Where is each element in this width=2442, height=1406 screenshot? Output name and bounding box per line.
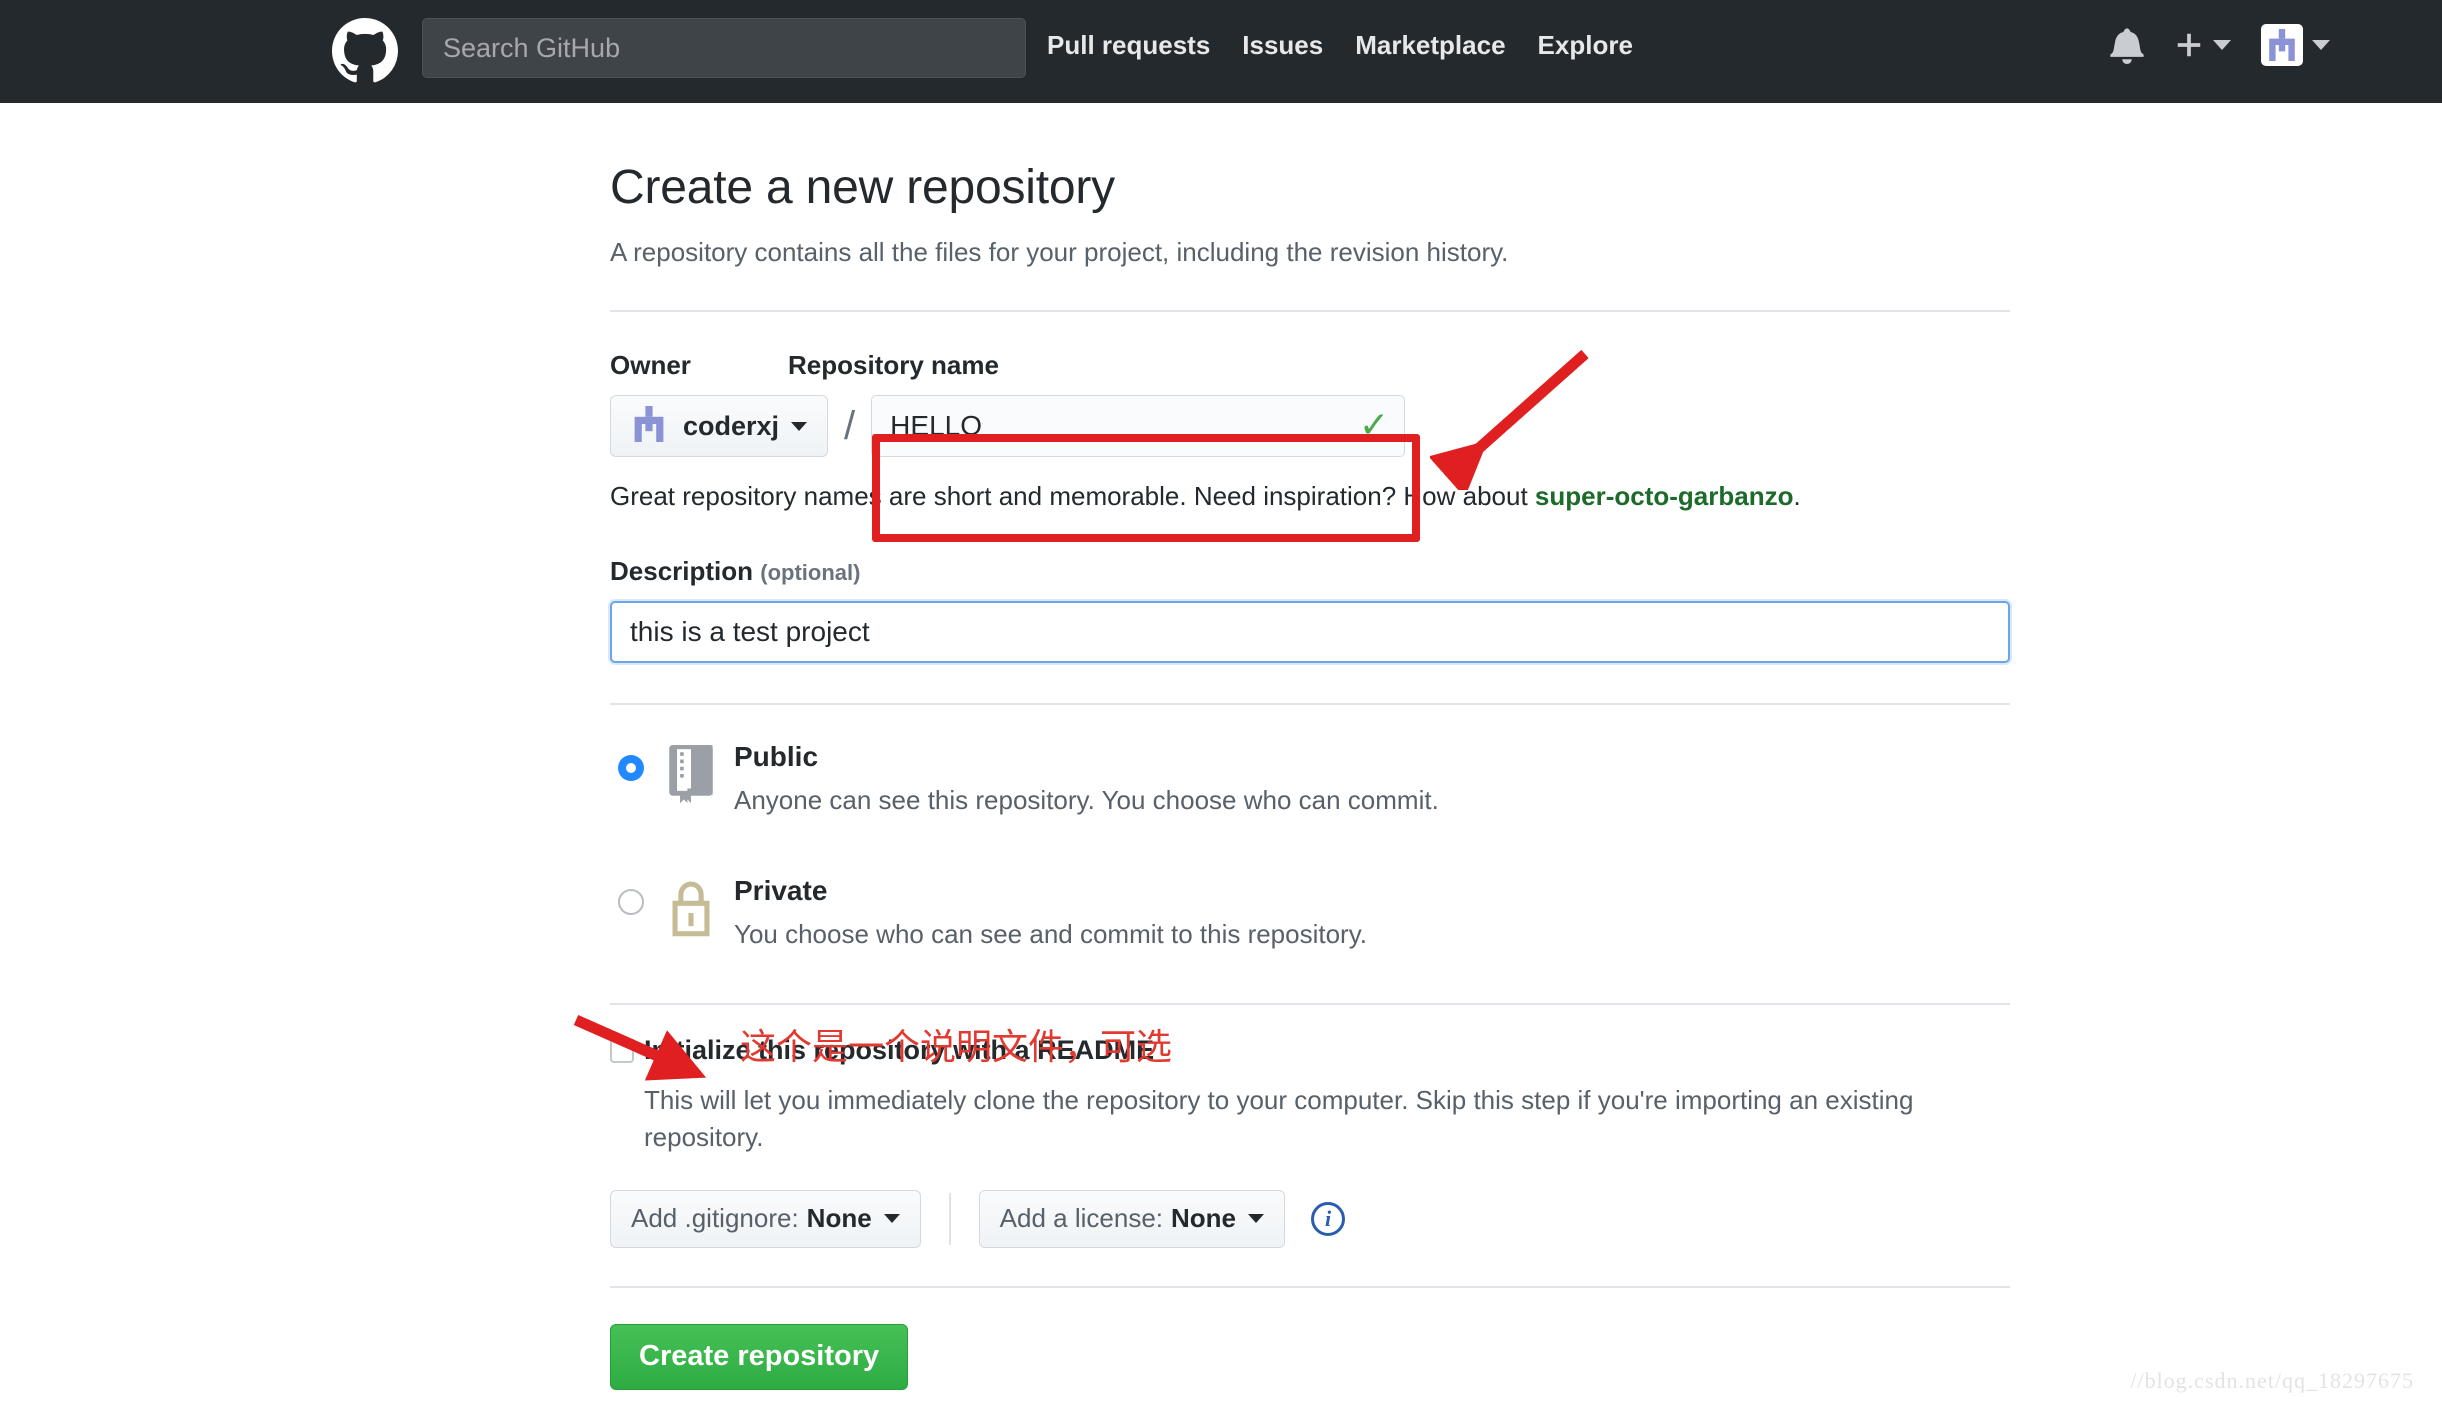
owner-select-button[interactable]: coderxj [610, 395, 828, 457]
hint-suffix: . [1794, 481, 1801, 511]
site-header: Search GitHub Pull requests Issues Marke… [0, 0, 2442, 103]
visibility-private-title: Private [734, 875, 2010, 907]
visibility-option-private[interactable]: Private You choose who can see and commi… [610, 875, 2010, 973]
field-labels: Owner Repository name [610, 350, 2010, 381]
watermark: //blog.csdn.net/qq_18297675 [2130, 1368, 2414, 1394]
readme-option[interactable]: Initialize this repository with a README [610, 1035, 2010, 1066]
chevron-down-icon [884, 1214, 900, 1223]
header-nav: Pull requests Issues Marketplace Explore [1047, 30, 1633, 61]
page-title: Create a new repository [610, 160, 2010, 215]
license-value: None [1171, 1203, 1236, 1234]
info-circle-icon[interactable]: i [1311, 1202, 1345, 1236]
divider [610, 1003, 2010, 1005]
chevron-down-icon [2312, 40, 2330, 50]
readme-title: Initialize this repository with a README [644, 1035, 1154, 1065]
radio-private[interactable] [618, 889, 644, 915]
chevron-down-icon [2213, 40, 2231, 50]
gitignore-dropdown[interactable]: Add .gitignore: None [610, 1190, 921, 1248]
create-repository-button[interactable]: Create repository [610, 1324, 908, 1390]
new-repository-form: Create a new repository A repository con… [610, 160, 2010, 1390]
bell-icon[interactable] [2110, 26, 2144, 64]
visibility-public-description: Anyone can see this repository. You choo… [734, 785, 2010, 816]
divider [610, 1286, 2010, 1288]
owner-name: coderxj [683, 411, 779, 442]
github-mark-icon[interactable] [332, 18, 398, 84]
nav-marketplace[interactable]: Marketplace [1355, 30, 1505, 61]
description-input[interactable] [610, 601, 2010, 663]
hint-prefix: Great repository names are short and mem… [610, 481, 1535, 511]
nav-issues[interactable]: Issues [1242, 30, 1323, 61]
owner-avatar-identicon [631, 406, 667, 447]
divider [610, 703, 2010, 705]
user-avatar-identicon [2261, 24, 2303, 66]
path-separator: / [844, 404, 855, 449]
license-label: Add a license: [1000, 1203, 1163, 1234]
gitignore-value: None [807, 1203, 872, 1234]
description-label: Description (optional) [610, 556, 2010, 587]
chevron-down-icon [791, 422, 807, 431]
owner-and-name-row: Owner Repository name coderxj [610, 350, 2010, 512]
owner-label: Owner [610, 350, 788, 381]
repository-name-input[interactable] [871, 395, 1405, 457]
description-block: Description (optional) [610, 556, 2010, 663]
search-input[interactable]: Search GitHub [422, 18, 1026, 78]
repository-name-label: Repository name [788, 350, 999, 381]
repo-template-options: Add .gitignore: None Add a license: None… [610, 1190, 2010, 1248]
repo-book-icon [668, 745, 714, 803]
visibility-option-public[interactable]: Public Anyone can see this repository. Y… [610, 741, 2010, 839]
plus-icon[interactable] [2174, 30, 2231, 60]
visibility-options: Public Anyone can see this repository. Y… [610, 741, 2010, 973]
readme-checkbox[interactable] [610, 1039, 634, 1063]
nav-explore[interactable]: Explore [1538, 30, 1633, 61]
license-dropdown[interactable]: Add a license: None [979, 1190, 1285, 1248]
page-subtitle: A repository contains all the files for … [610, 237, 2010, 268]
repository-name-hint: Great repository names are short and mem… [610, 481, 2010, 512]
owner-name-inputs: coderxj / ✓ [610, 395, 2010, 457]
header-actions [2110, 24, 2330, 66]
app-root: Search GitHub Pull requests Issues Marke… [0, 0, 2442, 1406]
description-label-text: Description [610, 556, 753, 586]
readme-block: Initialize this repository with a README… [610, 1035, 2010, 1156]
visibility-private-description: You choose who can see and commit to thi… [734, 919, 2010, 950]
nav-pull-requests[interactable]: Pull requests [1047, 30, 1210, 61]
repository-name-field: ✓ [871, 395, 1405, 457]
visibility-public-title: Public [734, 741, 2010, 773]
radio-public[interactable] [618, 755, 644, 781]
divider [610, 310, 2010, 312]
divider [949, 1193, 951, 1245]
description-optional-text: (optional) [760, 560, 860, 585]
chevron-down-icon [1248, 1214, 1264, 1223]
suggested-name-link[interactable]: super-octo-garbanzo [1535, 481, 1794, 511]
lock-icon [668, 879, 714, 937]
check-icon: ✓ [1359, 407, 1389, 443]
avatar[interactable] [2261, 24, 2330, 66]
gitignore-label: Add .gitignore: [631, 1203, 799, 1234]
readme-description: This will let you immediately clone the … [644, 1082, 1914, 1156]
